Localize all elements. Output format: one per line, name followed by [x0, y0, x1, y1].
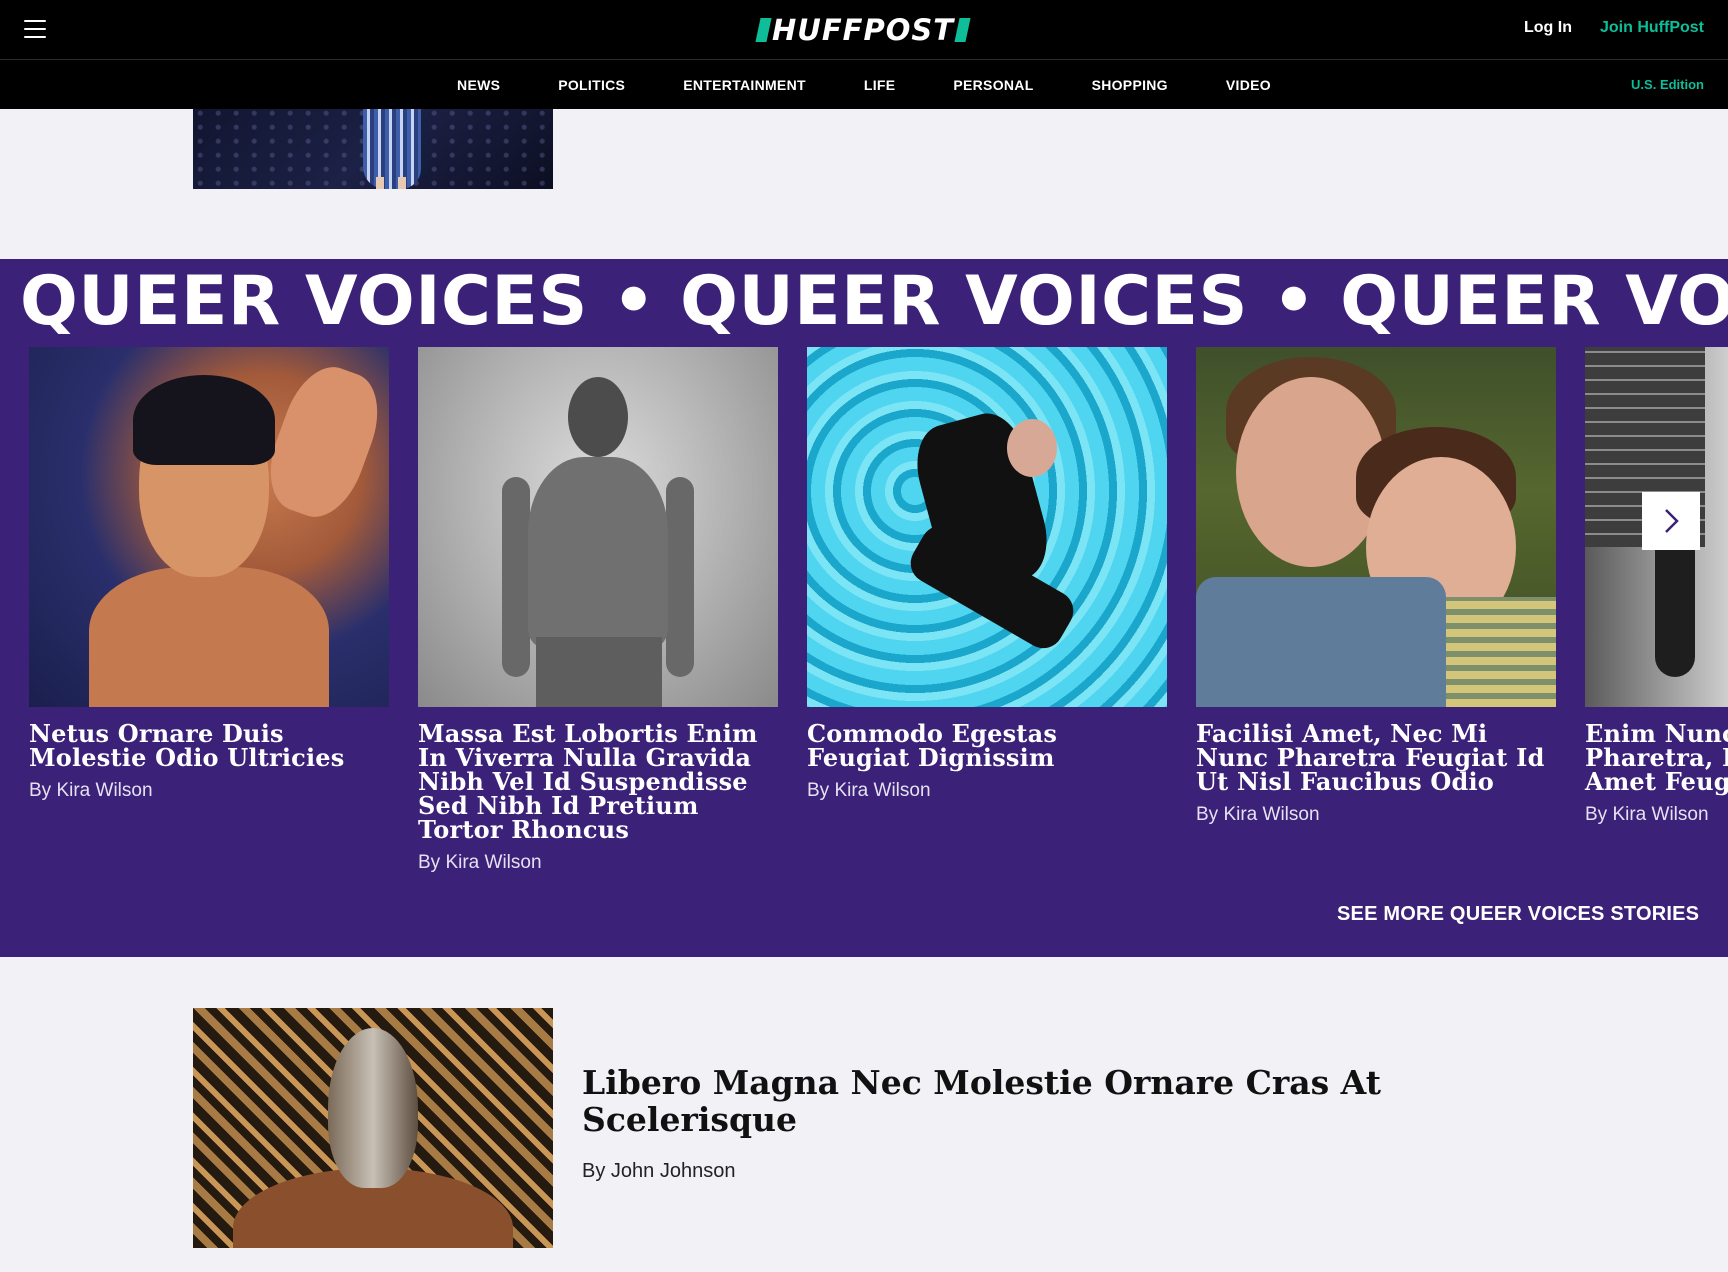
- nav-personal[interactable]: PERSONAL: [924, 77, 1062, 93]
- section-banner: QUEER VOICES • QUEER VOICES • QUEER VOIC…: [20, 262, 1728, 341]
- article-thumbnail-top[interactable]: [193, 109, 553, 189]
- story-image[interactable]: [807, 347, 1167, 707]
- image-shape: [568, 377, 628, 457]
- image-shape: [89, 567, 329, 707]
- story-card[interactable]: Enim Nunc Vulputate Pharetra, Duis Gravi…: [1585, 347, 1728, 826]
- join-link[interactable]: Join HuffPost: [1600, 19, 1704, 37]
- image-shape: [328, 1028, 418, 1188]
- story-image[interactable]: [1196, 347, 1556, 707]
- nav-news[interactable]: NEWS: [428, 77, 529, 93]
- image-shape: [1196, 577, 1446, 707]
- image-shape: [1007, 419, 1057, 477]
- story-card[interactable]: Facilisi Amet, Nec Mi Nunc Pharetra Feug…: [1196, 347, 1556, 826]
- carousel-next-button[interactable]: [1642, 492, 1700, 550]
- story-byline: By Kira Wilson: [418, 852, 542, 873]
- article-headline[interactable]: Libero Magna Nec Molestie Ornare Cras At…: [582, 1064, 1422, 1138]
- nav-shopping[interactable]: SHOPPING: [1063, 77, 1197, 93]
- nav-items: NEWS POLITICS ENTERTAINMENT LIFE PERSONA…: [0, 60, 1728, 109]
- image-shape: [1446, 597, 1556, 707]
- story-title[interactable]: Facilisi Amet, Nec Mi Nunc Pharetra Feug…: [1196, 722, 1556, 794]
- story-image[interactable]: [29, 347, 389, 707]
- hamburger-menu-icon[interactable]: [24, 20, 46, 38]
- image-shape: [502, 477, 530, 677]
- thumbnail-figure: [363, 109, 421, 189]
- article-thumbnail[interactable]: [193, 1008, 553, 1248]
- image-shape: [666, 477, 694, 677]
- edition-selector[interactable]: U.S. Edition: [1631, 77, 1704, 92]
- article-byline: By John Johnson: [582, 1160, 736, 1182]
- nav-entertainment[interactable]: ENTERTAINMENT: [654, 77, 835, 93]
- top-bar: HUFFPOST Log In Join HuffPost: [0, 0, 1728, 60]
- story-title[interactable]: Netus Ornare Duis Molestie Odio Ultricie…: [29, 722, 389, 770]
- thumbnail-leg: [376, 177, 384, 189]
- logo-slash-left: [755, 18, 772, 42]
- story-card[interactable]: Massa Est Lobortis Enim In Viverra Nulla…: [418, 347, 778, 874]
- nav-life[interactable]: LIFE: [835, 77, 925, 93]
- nav-politics[interactable]: POLITICS: [529, 77, 654, 93]
- story-byline: By Kira Wilson: [1196, 804, 1320, 825]
- logo-text: HUFFPOST: [772, 12, 955, 47]
- image-shape: [133, 375, 275, 465]
- section-nav: NEWS POLITICS ENTERTAINMENT LIFE PERSONA…: [0, 60, 1728, 109]
- story-card[interactable]: Netus Ornare Duis Molestie Odio Ultricie…: [29, 347, 389, 802]
- story-byline: By Kira Wilson: [29, 780, 153, 801]
- story-title[interactable]: Commodo Egestas Feugiat Dignissim: [807, 722, 1167, 770]
- nav-video[interactable]: VIDEO: [1197, 77, 1300, 93]
- image-shape: [536, 637, 662, 707]
- image-shape: [256, 356, 389, 528]
- see-more-link[interactable]: SEE MORE QUEER VOICES STORIES: [1337, 903, 1699, 926]
- chevron-right-icon: [1665, 509, 1679, 533]
- story-byline: By Kira Wilson: [807, 780, 931, 801]
- story-card[interactable]: Commodo Egestas Feugiat Dignissim By Kir…: [807, 347, 1167, 802]
- logo-slash-right: [954, 18, 971, 42]
- story-image[interactable]: [418, 347, 778, 707]
- story-title[interactable]: Massa Est Lobortis Enim In Viverra Nulla…: [418, 722, 778, 842]
- thumbnail-leg: [398, 177, 406, 189]
- story-byline: By Kira Wilson: [1585, 804, 1709, 825]
- image-shape: [528, 457, 668, 647]
- queer-voices-section: QUEER VOICES • QUEER VOICES • QUEER VOIC…: [0, 259, 1728, 957]
- huffpost-logo[interactable]: HUFFPOST: [755, 12, 971, 48]
- story-title[interactable]: Enim Nunc Vulputate Pharetra, Duis Gravi…: [1585, 722, 1728, 794]
- login-link[interactable]: Log In: [1524, 19, 1572, 37]
